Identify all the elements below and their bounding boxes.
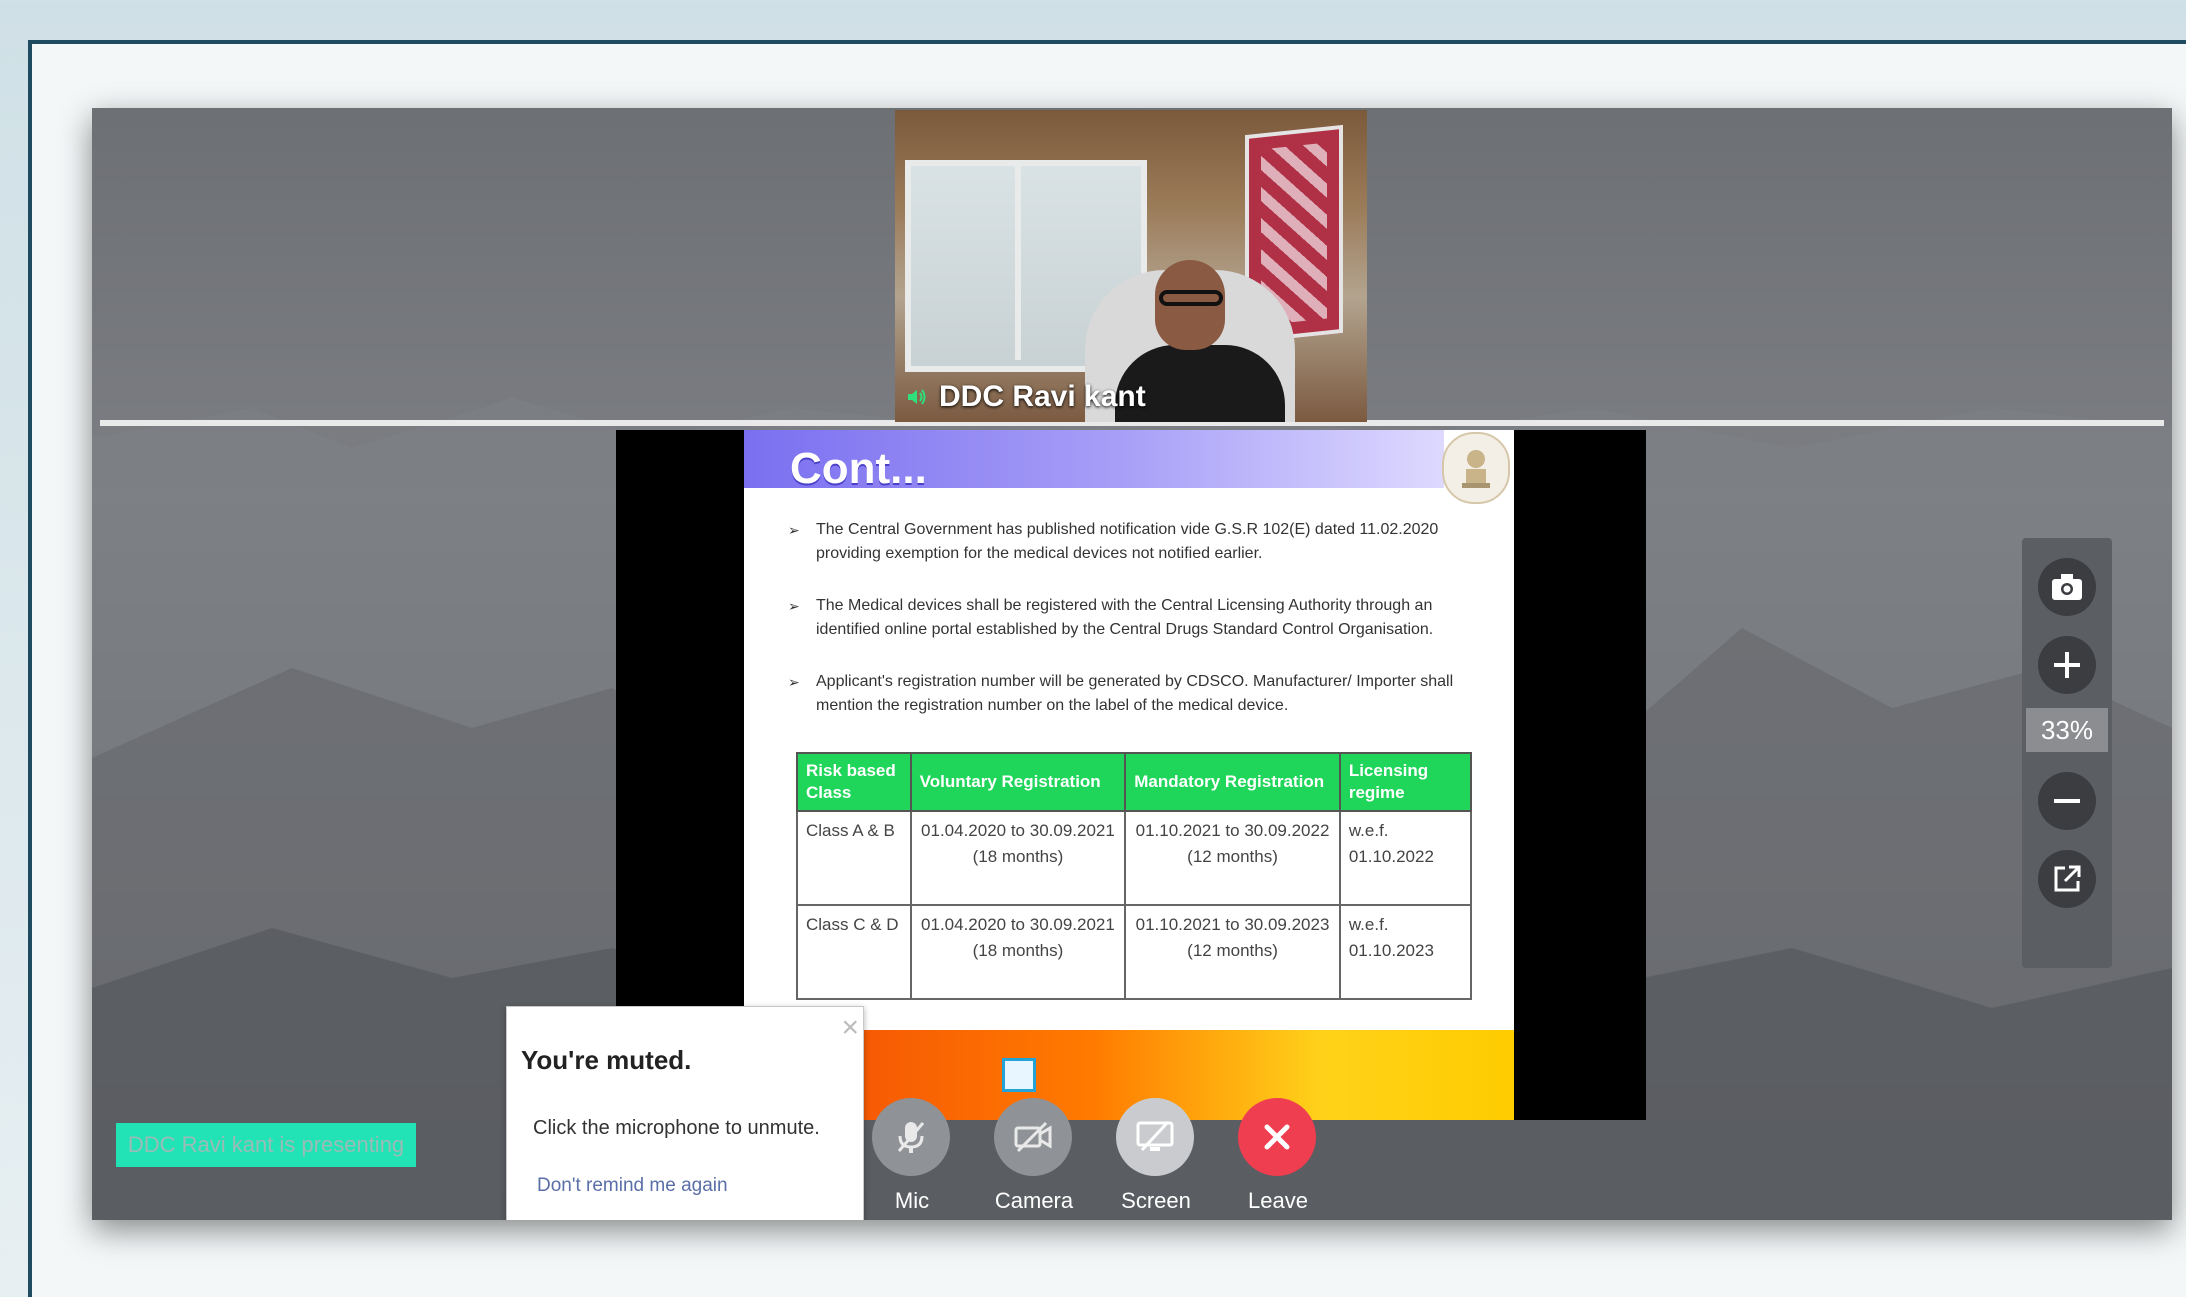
muted-message: Click the microphone to unmute. — [533, 1117, 820, 1139]
slide-bullet: The Central Government has published not… — [788, 518, 1488, 566]
leave-button[interactable] — [1238, 1098, 1316, 1176]
table-cell: w.e.f. 01.10.2022 — [1338, 810, 1473, 906]
popout-icon — [2054, 865, 2081, 892]
presenter-name: DDC Ravi kant — [939, 380, 1146, 413]
screen-control[interactable]: Screen — [1116, 1098, 1196, 1214]
table-row: Class C & D 01.04.2020 to 30.09.2021 (18… — [796, 904, 1473, 1000]
presenter-name-label: DDC Ravi kant — [905, 380, 1146, 414]
table-header: Voluntary Registration — [909, 752, 1127, 812]
zoom-in-button[interactable] — [2038, 636, 2096, 694]
screen-share-off-icon — [1136, 1120, 1174, 1152]
speaker-icon — [908, 389, 926, 405]
camera-control[interactable]: Camera — [994, 1098, 1074, 1214]
mic-label: Mic — [894, 1188, 930, 1213]
slide-title: Cont... — [790, 444, 927, 493]
leave-label: Leave — [1248, 1188, 1308, 1213]
video-background-window-frame — [1015, 160, 1021, 360]
table-header: Licensing regime — [1338, 752, 1473, 812]
table-cell: Class C & D — [796, 904, 912, 1000]
screen-label: Screen — [1121, 1188, 1191, 1213]
snapshot-button[interactable] — [2038, 558, 2096, 616]
camera-button[interactable] — [994, 1098, 1072, 1176]
table-cell: 01.04.2020 to 30.09.2021 (18 months) — [909, 810, 1127, 906]
leave-control[interactable]: Leave — [1238, 1098, 1318, 1214]
minus-icon — [2054, 799, 2080, 803]
slide-bullet: The Medical devices shall be registered … — [788, 594, 1488, 642]
mic-button[interactable] — [872, 1098, 950, 1176]
popout-button[interactable] — [2038, 850, 2096, 908]
close-icon — [1264, 1124, 1290, 1150]
table-cell: Class A & B — [796, 810, 912, 906]
presenter-video[interactable]: DDC Ravi kant — [895, 110, 1367, 422]
popup-close-button[interactable]: × — [841, 1013, 859, 1043]
slide-bullets: The Central Government has published not… — [788, 518, 1488, 718]
screen-button[interactable] — [1116, 1098, 1194, 1176]
table-row: Class A & B 01.04.2020 to 30.09.2021 (18… — [796, 810, 1473, 906]
meeting-stage: DDC Ravi kant Cont... The Central Govern… — [92, 108, 2172, 1220]
table-header-row: Risk based Class Voluntary Registration … — [796, 752, 1473, 812]
table-cell: 01.10.2021 to 30.09.2023 (12 months) — [1124, 904, 1341, 1000]
emblem-logo — [1442, 432, 1510, 504]
table-header: Mandatory Registration — [1124, 752, 1341, 812]
table-header: Risk based Class — [796, 752, 912, 812]
table-cell: 01.04.2020 to 30.09.2021 (18 months) — [909, 904, 1127, 1000]
camera-icon — [2052, 574, 2082, 600]
emblem-icon — [1462, 450, 1490, 488]
muted-title: You're muted. — [521, 1045, 692, 1075]
zoom-panel: 33% — [2022, 538, 2112, 968]
camera-off-icon — [1014, 1121, 1052, 1153]
presenting-banner: DDC Ravi kant is presenting — [116, 1123, 416, 1167]
mic-control[interactable]: Mic — [872, 1098, 952, 1214]
muted-popup: × You're muted. Click the microphone to … — [506, 1006, 864, 1220]
slide-bullet: Applicant's registration number will be … — [788, 670, 1488, 718]
dont-remind-link[interactable]: Don't remind me again — [537, 1175, 728, 1197]
zoom-level: 33% — [2026, 708, 2108, 752]
zoom-out-button[interactable] — [2038, 772, 2096, 830]
registration-table: Risk based Class Voluntary Registration … — [796, 752, 1473, 1000]
table-cell: w.e.f. 01.10.2023 — [1338, 904, 1473, 1000]
camera-label: Camera — [994, 1188, 1074, 1213]
plus-icon — [2054, 652, 2080, 678]
table-cell: 01.10.2021 to 30.09.2022 (12 months) — [1124, 810, 1341, 906]
slide-footer-icon — [1002, 1058, 1036, 1092]
presenter-glasses — [1159, 290, 1223, 306]
mic-off-icon — [897, 1122, 925, 1153]
